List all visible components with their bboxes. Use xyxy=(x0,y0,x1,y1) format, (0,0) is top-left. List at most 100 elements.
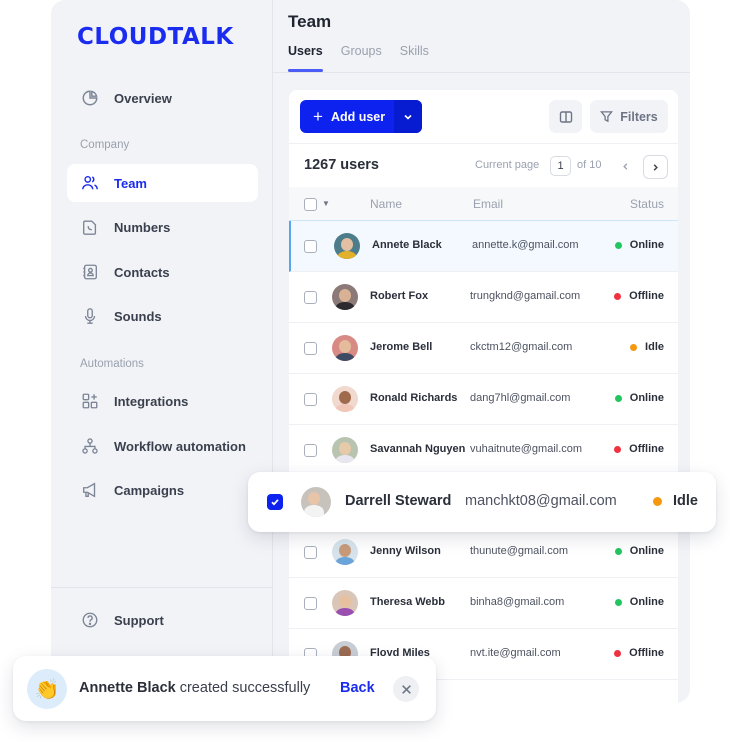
section-label-automations: Automations xyxy=(80,358,144,370)
user-email: binha8@gmail.com xyxy=(470,596,565,608)
select-all-checkbox[interactable] xyxy=(304,198,317,211)
column-header-status[interactable]: Status xyxy=(630,197,664,211)
total-pages-label: of 10 xyxy=(577,159,602,171)
status-label: Offline xyxy=(629,290,664,302)
sidebar-item-sounds[interactable]: Sounds xyxy=(67,297,258,335)
apps-add-icon xyxy=(80,391,100,411)
phone-file-icon xyxy=(80,217,100,237)
next-page-button[interactable] xyxy=(643,155,668,179)
status-badge: Idle xyxy=(653,493,698,509)
user-email: nvt.ite@gmail.com xyxy=(470,647,561,659)
toast-close-button[interactable] xyxy=(393,676,419,702)
table-header: ▼ Name Email Status xyxy=(289,187,678,221)
sidebar-item-integrations[interactable]: Integrations xyxy=(67,382,258,420)
status-label: Online xyxy=(629,596,664,608)
tab-groups[interactable]: Groups xyxy=(341,44,382,72)
user-email: vuhaitnute@gmail.com xyxy=(470,443,583,455)
user-email: thunute@gmail.com xyxy=(470,545,568,557)
user-name: Annete Black xyxy=(372,239,442,251)
toast-text: created successfully xyxy=(175,680,311,696)
sidebar-item-label: Contacts xyxy=(114,264,170,280)
column-header-name[interactable]: Name xyxy=(370,197,402,211)
sidebar: CLOUDTALK Overview Company Team Numbers xyxy=(51,0,273,703)
columns-icon xyxy=(559,110,572,123)
page-title: Team xyxy=(288,12,332,31)
avatar xyxy=(334,233,360,259)
status-badge: Offline xyxy=(614,290,664,302)
sidebar-item-campaigns[interactable]: Campaigns xyxy=(67,471,258,509)
user-email: dang7hl@gmail.com xyxy=(470,392,571,404)
status-label: Offline xyxy=(629,443,664,455)
tab-bar: Users Groups Skills xyxy=(288,44,429,72)
sidebar-item-team[interactable]: Team xyxy=(67,164,258,202)
user-email: annette.k@gmail.com xyxy=(472,239,579,251)
row-checkbox[interactable] xyxy=(304,342,317,355)
select-options-caret-icon[interactable]: ▼ xyxy=(322,199,330,208)
user-name: Jerome Bell xyxy=(370,341,433,353)
add-user-button[interactable]: + Add user xyxy=(300,100,422,133)
sidebar-item-label: Overview xyxy=(114,90,172,106)
user-email: trungknd@gamail.com xyxy=(470,290,581,302)
table-row[interactable]: Ronald Richards dang7hl@gmail.com Online xyxy=(289,374,678,425)
row-checkbox-checked[interactable] xyxy=(267,494,283,510)
sidebar-item-label: Team xyxy=(114,175,147,191)
column-header-email[interactable]: Email xyxy=(473,197,503,211)
workflow-icon xyxy=(80,436,100,456)
add-user-main[interactable]: + Add user xyxy=(300,100,394,133)
tab-skills[interactable]: Skills xyxy=(400,44,429,72)
status-dot xyxy=(614,394,622,402)
status-badge: Online xyxy=(614,545,664,557)
user-email: ckctm12@gmail.com xyxy=(470,341,573,353)
status-badge: Offline xyxy=(614,647,664,659)
status-badge: Offline xyxy=(614,443,664,455)
toast-back-link[interactable]: Back xyxy=(340,680,375,696)
sidebar-item-numbers[interactable]: Numbers xyxy=(67,208,258,246)
row-checkbox[interactable] xyxy=(304,240,317,253)
checkmark-icon xyxy=(271,499,279,506)
row-checkbox[interactable] xyxy=(304,393,317,406)
status-label: Online xyxy=(629,239,664,251)
avatar xyxy=(301,487,331,517)
status-badge: Online xyxy=(614,239,664,251)
sidebar-item-label: Numbers xyxy=(114,219,171,235)
user-name: Jenny Wilson xyxy=(370,545,441,557)
row-checkbox[interactable] xyxy=(304,546,317,559)
sidebar-item-label: Campaigns xyxy=(114,482,185,498)
sidebar-item-workflow-automation[interactable]: Workflow automation xyxy=(67,427,258,465)
table-row[interactable]: Robert Fox trungknd@gamail.com Offline xyxy=(289,272,678,323)
row-checkbox[interactable] xyxy=(304,444,317,457)
user-name: Ronald Richards xyxy=(370,392,458,404)
row-checkbox[interactable] xyxy=(304,597,317,610)
tab-users[interactable]: Users xyxy=(288,44,323,72)
sidebar-item-contacts[interactable]: Contacts xyxy=(67,253,258,291)
sidebar-item-overview[interactable]: Overview xyxy=(67,79,258,117)
pie-chart-icon xyxy=(80,88,100,108)
sidebar-item-label: Sounds xyxy=(114,308,162,324)
chevron-left-icon xyxy=(622,162,627,170)
table-row[interactable]: Jenny Wilson thunute@gmail.com Online xyxy=(289,527,678,578)
columns-toggle-button[interactable] xyxy=(549,100,582,133)
user-name: Robert Fox xyxy=(370,290,429,302)
sidebar-item-support[interactable]: Support xyxy=(67,601,258,639)
table-row[interactable]: Theresa Webb binha8@gmail.com Online xyxy=(289,578,678,629)
selected-row-card[interactable]: Darrell Steward manchkt08@gmail.com Idle xyxy=(248,472,716,532)
current-page-label: Current page xyxy=(475,159,540,171)
add-user-dropdown-toggle[interactable] xyxy=(394,100,422,133)
user-name: Theresa Webb xyxy=(370,596,445,608)
prev-page-button[interactable] xyxy=(615,156,635,176)
table-row[interactable]: Jerome Bell ckctm12@gmail.com Idle xyxy=(289,323,678,374)
users-icon xyxy=(80,173,100,193)
filters-button[interactable]: Filters xyxy=(590,100,668,133)
table-row[interactable]: Savannah Nguyen vuhaitnute@gmail.com Offli… xyxy=(289,425,678,476)
table-toolbar: + Add user Filters xyxy=(289,90,678,144)
status-dot xyxy=(614,649,622,657)
users-table-card: + Add user Filters 1267 users Current pa… xyxy=(289,90,678,703)
row-checkbox[interactable] xyxy=(304,291,317,304)
current-page-input[interactable]: 1 xyxy=(550,156,571,176)
filter-icon xyxy=(600,111,614,123)
user-name: Darrell Steward xyxy=(345,493,452,509)
user-name: Savannah Nguyen xyxy=(370,443,466,455)
avatar xyxy=(332,386,358,412)
table-row[interactable]: Annete Black annette.k@gmail.com Online xyxy=(289,221,678,272)
chevron-down-icon xyxy=(404,114,412,120)
